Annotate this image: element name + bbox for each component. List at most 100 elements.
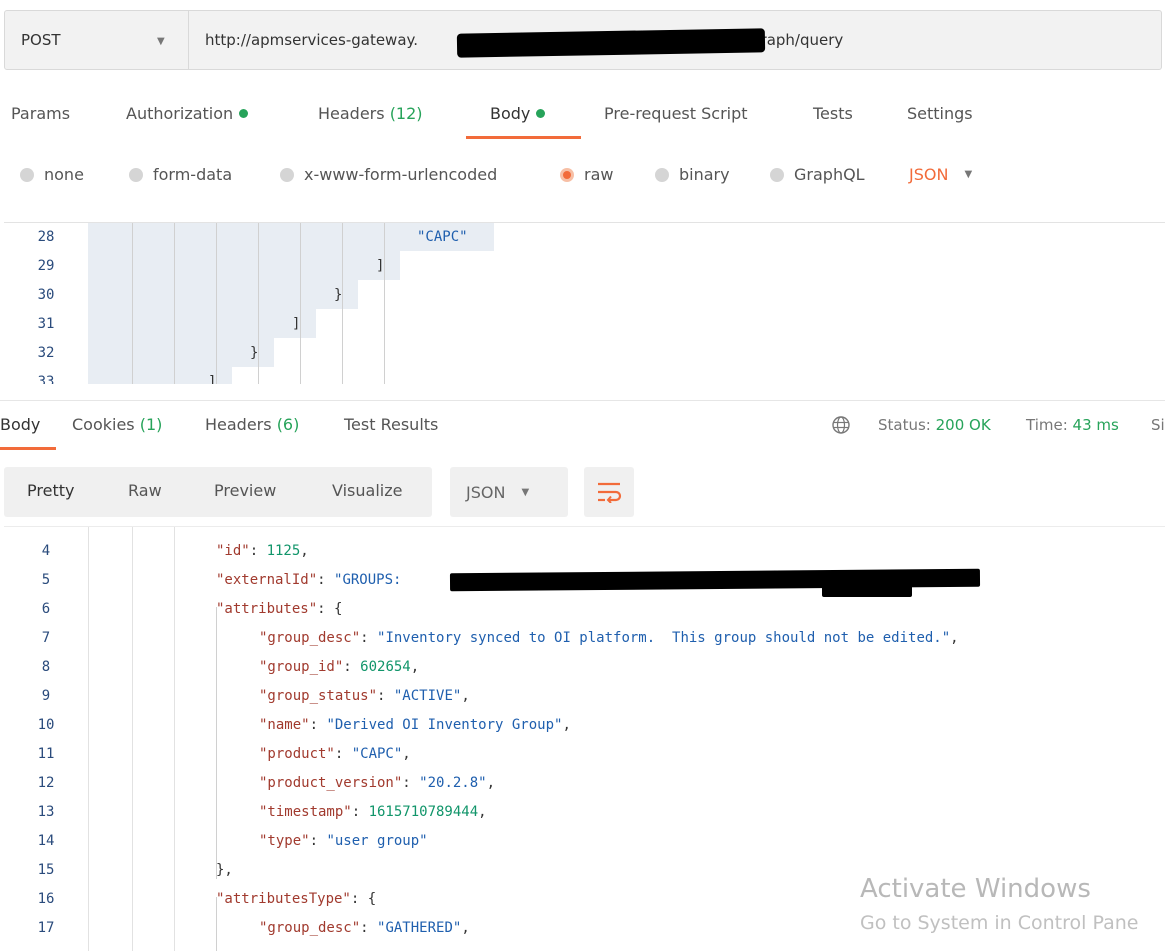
json-sep: : [309,717,327,733]
tab-test-results[interactable]: Test Results [344,415,438,434]
radio-circle-icon [20,167,34,182]
json-key: "product_version" [259,775,403,791]
status-dot-icon [536,109,546,118]
time-value: 43 ms [1072,416,1119,434]
response-format-label: JSON [466,482,506,502]
tab-cookies[interactable]: Cookies (1) [72,415,162,434]
response-status: Status: 200 OK [878,416,991,434]
json-key: "id" [216,543,250,559]
json-value: "CAPC" [351,746,403,762]
json-key: "group_desc" [259,920,361,936]
code-line: "group_desc": "GATHERED", [259,920,470,936]
radio-graphql[interactable]: GraphQL [770,165,865,184]
view-mode-group: Pretty Raw Preview Visualize [4,467,432,517]
response-view-toolbar: Pretty Raw Preview Visualize JSON ▼ [0,464,1165,526]
indent-guide [300,223,301,384]
line-number: 11 [37,746,55,762]
tab-settings[interactable]: Settings [907,104,973,123]
json-value: "GROUPS: [334,572,402,588]
indent-guide [174,527,175,951]
radio-graphql-label: GraphQL [794,165,865,184]
request-tabs: Params Authorization Headers (12) Body P… [0,90,1165,142]
method-label: POST [21,31,61,49]
line-number: 28 [37,229,55,245]
json-value: "Derived OI Inventory Group" [326,717,563,733]
code-line: "attributesType": { [216,891,376,907]
json-key: "group_status" [259,688,378,704]
method-select[interactable]: POST ▼ [5,11,189,69]
radio-selected-icon [560,167,574,182]
wrap-lines-button[interactable] [584,467,634,517]
radio-urlencoded-label: x-www-form-urlencoded [304,165,498,184]
json-tail: , [562,717,571,733]
tab-response-body[interactable]: Body [0,415,40,434]
json-sep: : [249,543,267,559]
radio-binary[interactable]: binary [655,165,730,184]
response-size: Si [1151,416,1165,434]
json-value: "GATHERED" [377,920,462,936]
code-line: "group_id": 602654, [259,659,419,675]
code-line: "group_desc": "Inventory synced to OI pl… [259,630,959,646]
code-line: "product": "CAPC", [259,746,411,762]
indent-guide [384,223,385,384]
indent-guide [342,223,343,384]
tab-params[interactable]: Params [11,104,70,123]
json-key: "timestamp" [259,804,352,820]
tab-params-label: Params [11,104,71,123]
view-visualize-button[interactable]: Visualize [332,481,402,500]
tab-headers-count: (12) [389,104,423,123]
code-line: "type": "user group" [259,833,428,849]
json-key: "product" [259,746,335,762]
tab-body[interactable]: Body [490,104,546,123]
url-input[interactable]: http://apmservices-gateway. /tas/graph/q… [189,11,1161,69]
request-body-editor[interactable]: 28 29 30 31 32 33 "CAPC" ] } ] } ] [4,222,1165,384]
chevron-down-icon: ▼ [521,486,530,498]
globe-icon[interactable] [831,415,851,435]
json-value: 1615710789444 [368,804,479,820]
indent-guide [216,223,217,384]
json-tail: , [950,630,959,646]
tab-headers-label: Headers [318,104,385,123]
redaction-mark [822,583,912,597]
radio-urlencoded[interactable]: x-www-form-urlencoded [280,165,497,184]
json-key: "type" [259,833,310,849]
line-number: 29 [37,258,55,274]
size-label: Si [1151,416,1165,434]
tab-authorization-label: Authorization [126,104,234,123]
tab-pre-request-script[interactable]: Pre-request Script [604,104,748,123]
json-sep: : [334,746,352,762]
body-format-select[interactable]: JSON ▼ [909,165,972,184]
indent-shade [88,338,274,367]
radio-circle-icon [655,167,669,182]
tab-tests[interactable]: Tests [813,104,853,123]
radio-none[interactable]: none [20,165,84,184]
line-number: 31 [37,316,55,332]
indent-guide [174,223,175,384]
json-key: "attributes" [216,601,318,617]
response-format-select[interactable]: JSON ▼ [450,467,568,517]
tab-response-headers[interactable]: Headers (6) [205,415,299,434]
json-key: "name" [259,717,310,733]
view-pretty-button[interactable]: Pretty [27,481,74,500]
radio-raw[interactable]: raw [560,165,613,184]
active-tab-underline [0,447,56,450]
json-sep: : [317,572,335,588]
body-format-label: JSON [909,165,949,184]
json-sep: : [317,601,335,617]
code-line: "group_status": "ACTIVE", [259,688,470,704]
line-number: 16 [37,891,55,907]
line-number: 4 [41,543,51,559]
json-value: 1125 [266,543,301,559]
radio-form-data[interactable]: form-data [129,165,232,184]
json-tail: , [402,746,411,762]
json-tail: , [486,775,496,791]
line-number: 10 [37,717,55,733]
code-line: "attributes": { [216,601,342,617]
chevron-down-icon: ▼ [964,169,973,180]
tab-authorization[interactable]: Authorization [126,104,249,123]
tab-response-body-label: Body [0,415,41,434]
tab-headers[interactable]: Headers (12) [318,104,423,123]
view-preview-button[interactable]: Preview [214,481,276,500]
view-raw-button[interactable]: Raw [128,481,162,500]
code-line: "id": 1125, [216,543,309,559]
